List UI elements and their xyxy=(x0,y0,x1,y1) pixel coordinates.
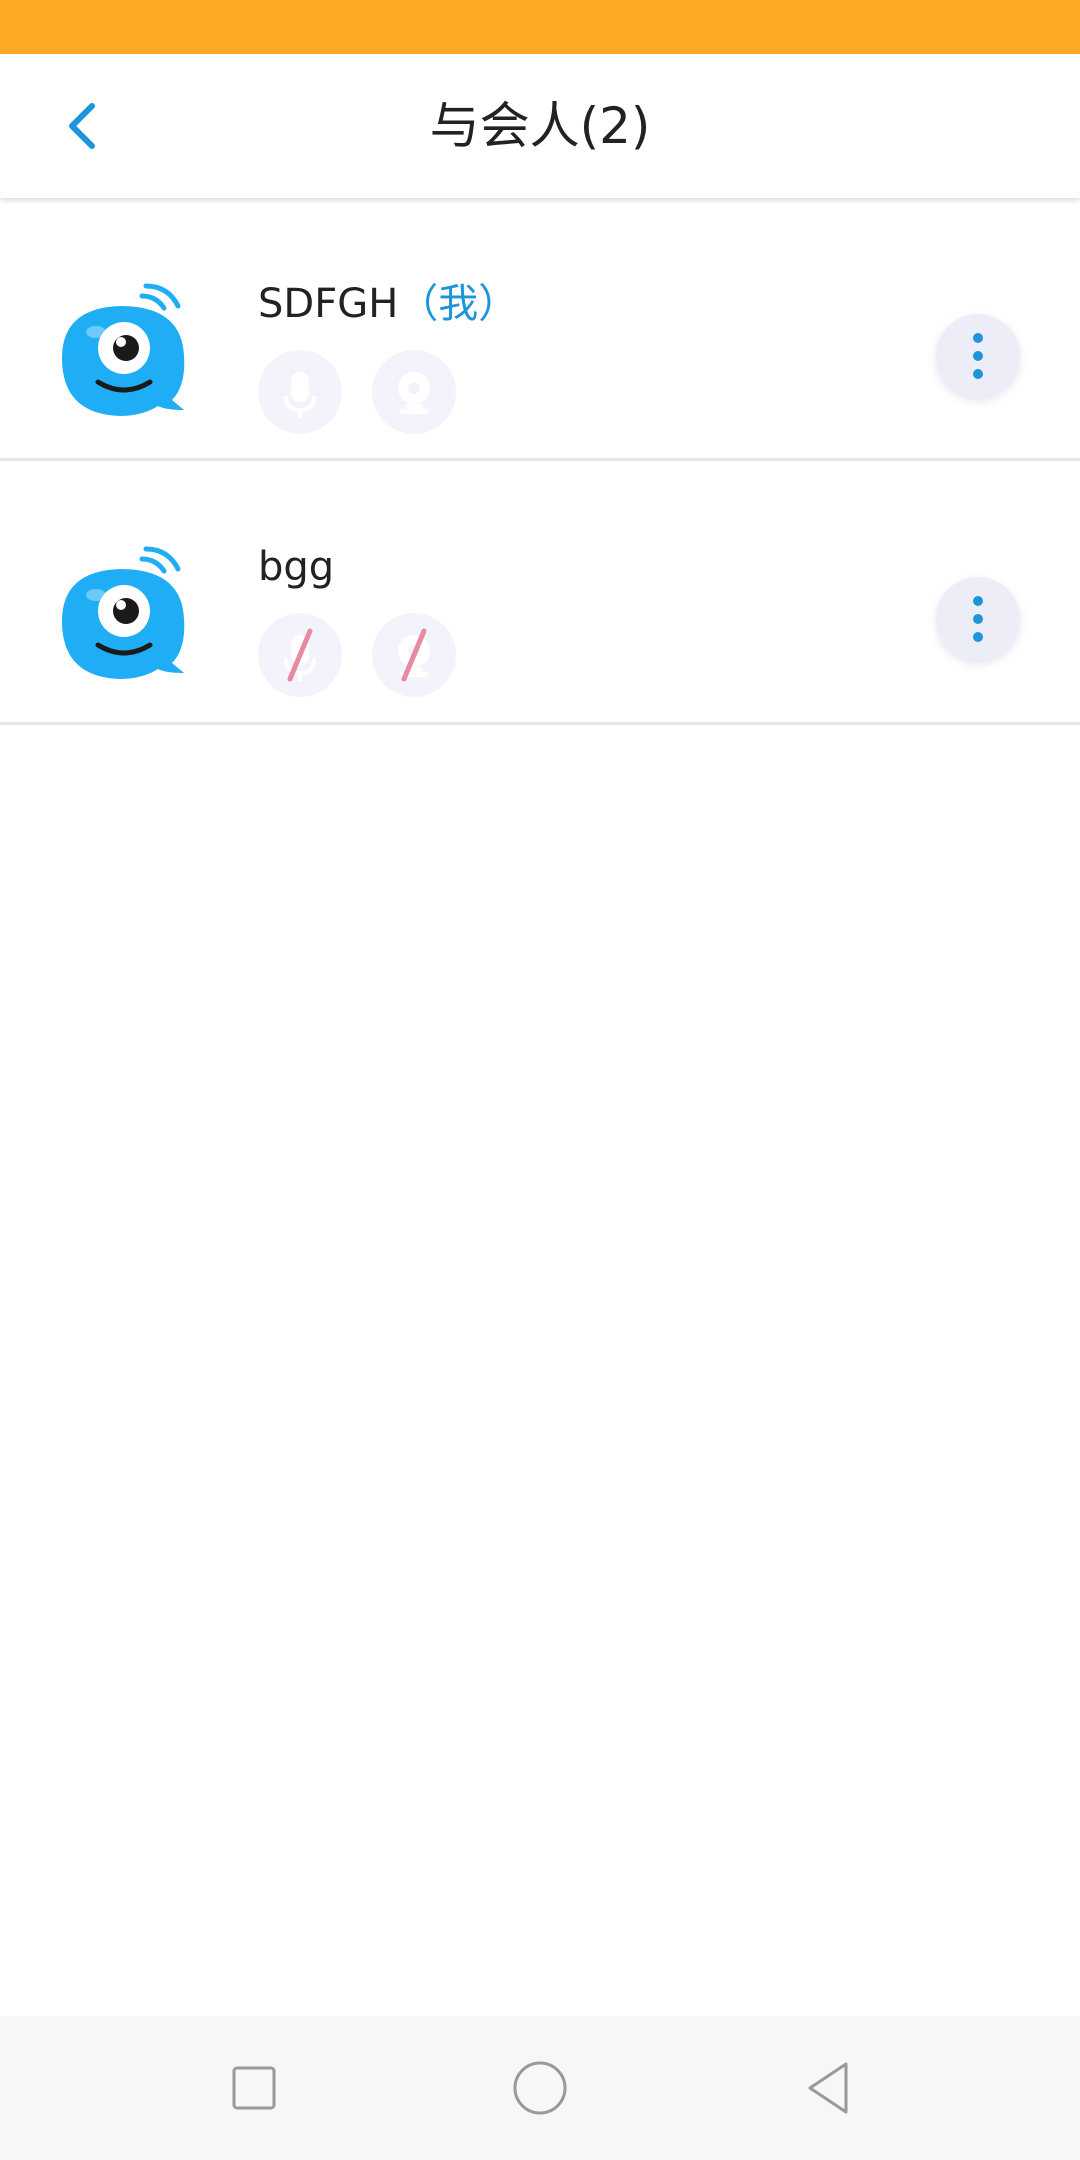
camera-off-icon xyxy=(398,628,430,682)
more-options-button[interactable] xyxy=(936,577,1020,661)
avatar xyxy=(62,546,185,679)
more-options-button[interactable] xyxy=(936,314,1020,398)
participant-row[interactable]: SDFGH（我） xyxy=(0,198,1080,461)
recent-apps-button[interactable] xyxy=(222,2056,286,2120)
mic-status[interactable] xyxy=(258,350,342,434)
microphone-muted-icon xyxy=(284,628,316,682)
page-title: 与会人(2) xyxy=(429,97,651,155)
back-icon xyxy=(808,2062,848,2114)
participant-name: SDFGH xyxy=(258,281,399,327)
more-vertical-icon xyxy=(973,333,983,379)
home-button[interactable] xyxy=(508,2056,572,2120)
app-header: 与会人(2) xyxy=(0,54,1080,198)
status-bar xyxy=(0,0,1080,54)
more-vertical-icon xyxy=(973,596,983,642)
participant-row[interactable]: bgg xyxy=(0,461,1080,725)
participant-list: SDFGH（我） bgg xyxy=(0,198,1080,725)
camera-status[interactable] xyxy=(372,350,456,434)
me-tag: （我） xyxy=(398,281,519,327)
mic-status[interactable] xyxy=(258,613,342,697)
camera-status[interactable] xyxy=(372,613,456,697)
microphone-icon xyxy=(284,372,316,418)
avatar xyxy=(62,283,185,416)
camera-icon xyxy=(398,372,430,414)
system-back-button[interactable] xyxy=(796,2056,860,2120)
home-icon xyxy=(513,2061,567,2115)
participant-name: bgg xyxy=(258,544,335,590)
system-navigation-bar xyxy=(0,2016,1080,2160)
recent-apps-icon xyxy=(232,2066,276,2110)
